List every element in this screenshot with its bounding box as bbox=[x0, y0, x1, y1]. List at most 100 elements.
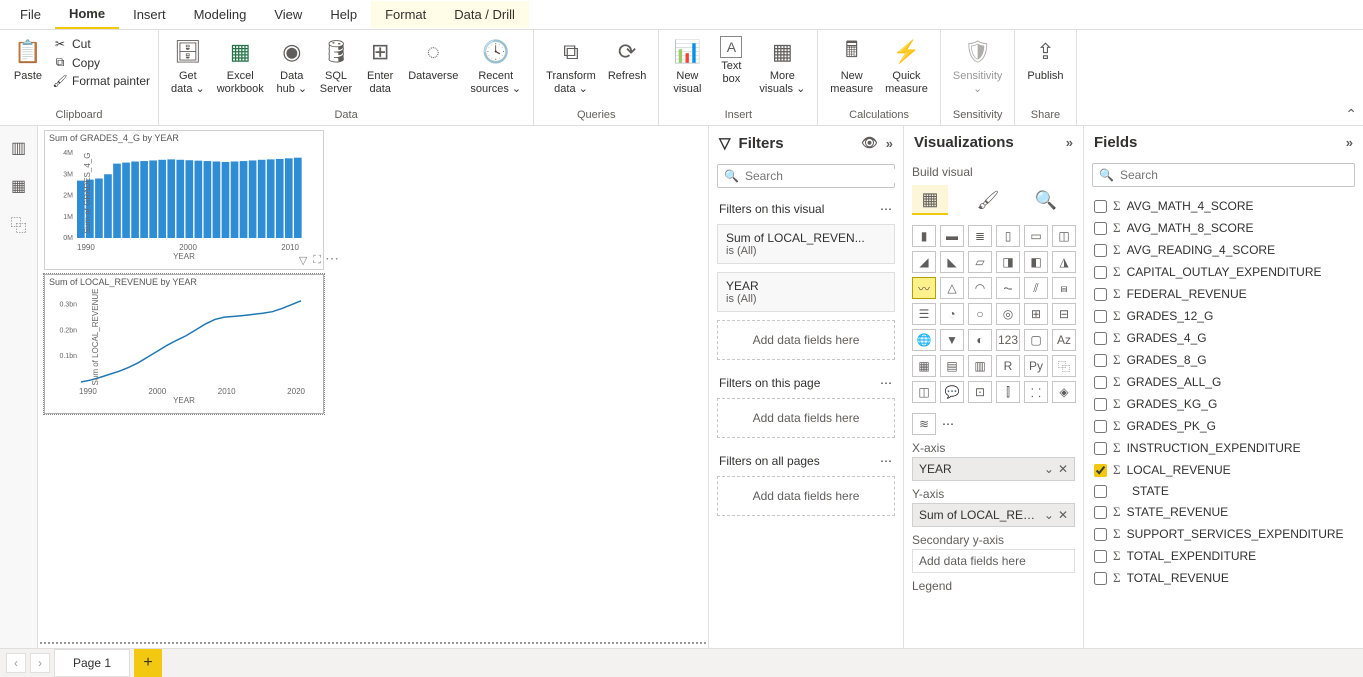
field-checkbox[interactable] bbox=[1094, 550, 1107, 563]
cut-button[interactable]: ✂Cut bbox=[50, 36, 152, 52]
menu-home[interactable]: Home bbox=[55, 0, 119, 29]
field-grades_pk_g[interactable]: ΣGRADES_PK_G bbox=[1092, 415, 1355, 437]
prev-page-button[interactable]: ‹ bbox=[6, 653, 26, 673]
field-checkbox[interactable] bbox=[1094, 310, 1107, 323]
report-view-icon[interactable]: ▥ bbox=[7, 136, 31, 160]
analytics-tab[interactable]: 🔍 bbox=[1028, 185, 1064, 215]
field-grades_kg_g[interactable]: ΣGRADES_KG_G bbox=[1092, 393, 1355, 415]
viz-type-13[interactable]: △ bbox=[940, 277, 964, 299]
more-visuals-button[interactable]: ▦More visuals ⌄ bbox=[753, 34, 811, 98]
menu-help[interactable]: Help bbox=[316, 1, 371, 28]
field-checkbox[interactable] bbox=[1094, 506, 1107, 519]
xaxis-well[interactable]: YEAR ⌄ ✕ bbox=[912, 457, 1075, 481]
viz-type-4[interactable]: ▭ bbox=[1024, 225, 1048, 247]
report-canvas[interactable]: Sum of GRADES_4_G by YEAR Sum of GRADES_… bbox=[38, 126, 708, 648]
ribbon-collapse-button[interactable]: ⌃ bbox=[1345, 106, 1357, 123]
format-painter-button[interactable]: 🖌Format painter bbox=[50, 73, 152, 89]
field-avg_reading_4_score[interactable]: ΣAVG_READING_4_SCORE bbox=[1092, 239, 1355, 261]
viz-type-8[interactable]: ▱ bbox=[968, 251, 992, 273]
viz-type-30[interactable]: ▦ bbox=[912, 355, 936, 377]
yaxis-well[interactable]: Sum of LOCAL_REVEN... ⌄ ✕ bbox=[912, 503, 1075, 527]
viz-narrative-icon[interactable]: ≋ bbox=[912, 413, 936, 435]
data-hub-button[interactable]: ◉Data hub ⌄ bbox=[270, 34, 314, 98]
viz-type-38[interactable]: ⊡ bbox=[968, 381, 992, 403]
field-support_services_expenditure[interactable]: ΣSUPPORT_SERVICES_EXPENDITURE bbox=[1092, 523, 1355, 545]
chevron-down-icon[interactable]: ⌄ bbox=[1044, 508, 1054, 522]
viz-type-28[interactable]: ▢ bbox=[1024, 329, 1048, 351]
viz-type-19[interactable]: ◔ bbox=[940, 303, 964, 325]
add-page-button[interactable]: + bbox=[134, 649, 162, 677]
menu-modeling[interactable]: Modeling bbox=[180, 1, 261, 28]
new-visual-button[interactable]: 📊New visual bbox=[665, 34, 709, 98]
format-visual-tab[interactable]: 🖌 bbox=[970, 185, 1006, 215]
chart-more-button[interactable]: ⋯ bbox=[325, 250, 339, 267]
viz-type-18[interactable]: ☰ bbox=[912, 303, 936, 325]
viz-type-3[interactable]: ▯ bbox=[996, 225, 1020, 247]
viz-type-37[interactable]: 💬 bbox=[940, 381, 964, 403]
viz-type-20[interactable]: ○ bbox=[968, 303, 992, 325]
viz-type-16[interactable]: ⫽ bbox=[1024, 277, 1048, 299]
filter-drop-visual[interactable]: Add data fields here bbox=[717, 320, 895, 360]
recent-sources-button[interactable]: 🕓Recent sources ⌄ bbox=[464, 34, 527, 98]
field-grades_4_g[interactable]: ΣGRADES_4_G bbox=[1092, 327, 1355, 349]
field-checkbox[interactable] bbox=[1094, 464, 1107, 477]
new-measure-button[interactable]: 🖩New measure bbox=[824, 34, 879, 98]
viz-type-39[interactable]: ⫿ bbox=[996, 381, 1020, 403]
filters-all-more[interactable]: ⋯ bbox=[880, 454, 893, 468]
field-checkbox[interactable] bbox=[1094, 572, 1107, 585]
viz-type-5[interactable]: ◫ bbox=[1052, 225, 1076, 247]
dataverse-button[interactable]: ◌Dataverse bbox=[402, 34, 464, 85]
menu-view[interactable]: View bbox=[260, 1, 316, 28]
field-checkbox[interactable] bbox=[1094, 222, 1107, 235]
field-checkbox[interactable] bbox=[1094, 398, 1107, 411]
excel-workbook-button[interactable]: ▦Excel workbook bbox=[211, 34, 270, 98]
field-checkbox[interactable] bbox=[1094, 528, 1107, 541]
filter-card-year[interactable]: YEAR is (All) bbox=[717, 272, 895, 312]
field-instruction_expenditure[interactable]: ΣINSTRUCTION_EXPENDITURE bbox=[1092, 437, 1355, 459]
field-checkbox[interactable] bbox=[1094, 332, 1107, 345]
field-checkbox[interactable] bbox=[1094, 200, 1107, 213]
sql-server-button[interactable]: 🛢SQL Server bbox=[314, 34, 358, 98]
line-chart-visual[interactable]: Sum of LOCAL_REVENUE by YEAR Sum of LOCA… bbox=[44, 274, 324, 414]
fields-search[interactable]: 🔍 bbox=[1092, 163, 1355, 187]
model-view-icon[interactable]: ⿻ bbox=[7, 212, 31, 236]
remove-y-button[interactable]: ✕ bbox=[1058, 508, 1068, 522]
menu-data-drill[interactable]: Data / Drill bbox=[440, 1, 529, 28]
field-checkbox[interactable] bbox=[1094, 354, 1107, 367]
build-visual-tab[interactable]: ▦ bbox=[912, 185, 948, 215]
viz-type-12[interactable]: 〰 bbox=[912, 277, 936, 299]
collapse-fields-button[interactable]: » bbox=[1346, 135, 1353, 150]
field-local_revenue[interactable]: ΣLOCAL_REVENUE bbox=[1092, 459, 1355, 481]
field-total_expenditure[interactable]: ΣTOTAL_EXPENDITURE bbox=[1092, 545, 1355, 567]
viz-type-10[interactable]: ◧ bbox=[1024, 251, 1048, 273]
field-state[interactable]: STATE bbox=[1092, 481, 1355, 501]
viz-type-22[interactable]: ⊞ bbox=[1024, 303, 1048, 325]
viz-type-11[interactable]: ◮ bbox=[1052, 251, 1076, 273]
field-state_revenue[interactable]: ΣSTATE_REVENUE bbox=[1092, 501, 1355, 523]
field-avg_math_4_score[interactable]: ΣAVG_MATH_4_SCORE bbox=[1092, 195, 1355, 217]
viz-type-35[interactable]: ⿻ bbox=[1052, 355, 1076, 377]
bar-chart-visual[interactable]: Sum of GRADES_4_G by YEAR Sum of GRADES_… bbox=[44, 130, 324, 270]
field-federal_revenue[interactable]: ΣFEDERAL_REVENUE bbox=[1092, 283, 1355, 305]
viz-more-button[interactable]: ⋯ bbox=[942, 417, 955, 431]
filters-search[interactable]: 🔍 bbox=[717, 164, 895, 188]
field-checkbox[interactable] bbox=[1094, 266, 1107, 279]
data-view-icon[interactable]: ▦ bbox=[7, 174, 31, 198]
copy-button[interactable]: ⧉Copy bbox=[50, 54, 152, 71]
field-grades_all_g[interactable]: ΣGRADES_ALL_G bbox=[1092, 371, 1355, 393]
viz-type-6[interactable]: ◢ bbox=[912, 251, 936, 273]
viz-type-36[interactable]: ◫ bbox=[912, 381, 936, 403]
viz-type-21[interactable]: ◎ bbox=[996, 303, 1020, 325]
viz-type-27[interactable]: 123 bbox=[996, 329, 1020, 351]
field-checkbox[interactable] bbox=[1094, 420, 1107, 433]
page-tab-1[interactable]: Page 1 bbox=[54, 649, 130, 677]
secy-well[interactable]: Add data fields here bbox=[912, 549, 1075, 573]
enter-data-button[interactable]: ⊞Enter data bbox=[358, 34, 402, 98]
viz-type-40[interactable]: ⸬ bbox=[1024, 381, 1048, 403]
field-avg_math_8_score[interactable]: ΣAVG_MATH_8_SCORE bbox=[1092, 217, 1355, 239]
viz-type-23[interactable]: ⊟ bbox=[1052, 303, 1076, 325]
viz-type-9[interactable]: ◨ bbox=[996, 251, 1020, 273]
remove-x-button[interactable]: ✕ bbox=[1058, 462, 1068, 476]
viz-type-26[interactable]: ◐ bbox=[968, 329, 992, 351]
viz-type-29[interactable]: Az bbox=[1052, 329, 1076, 351]
